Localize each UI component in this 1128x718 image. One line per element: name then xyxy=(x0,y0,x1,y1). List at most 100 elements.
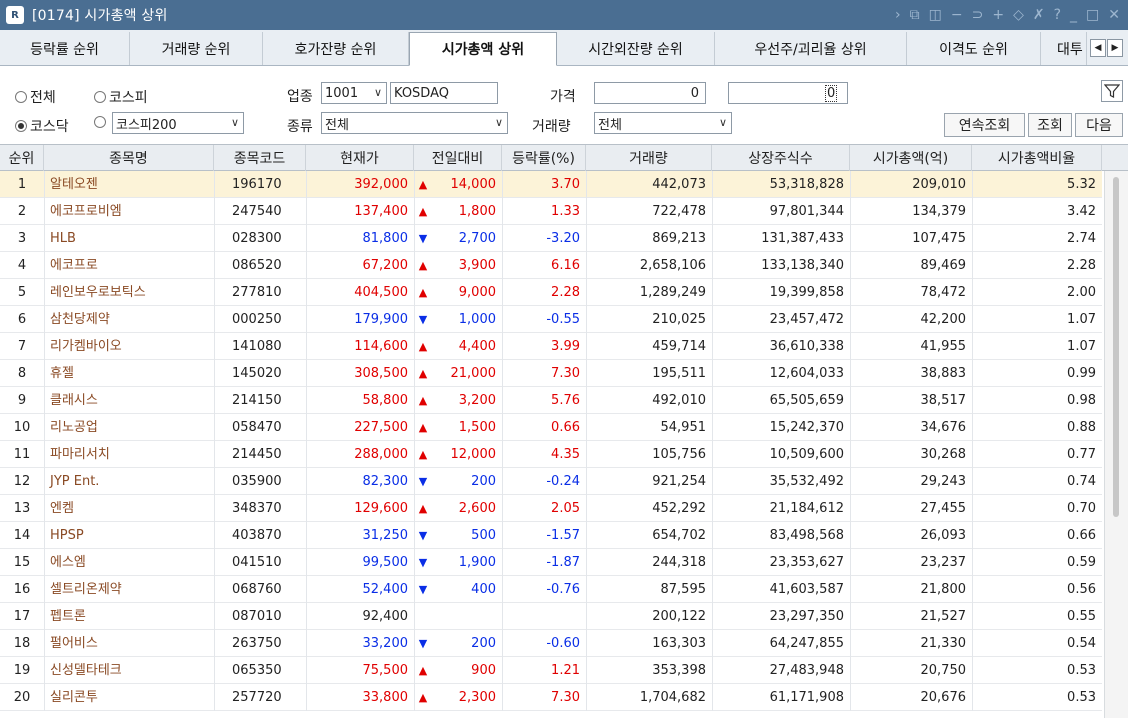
cell-rate: -3.20 xyxy=(546,231,580,246)
sector-code-select[interactable]: 1001 ∨ xyxy=(321,82,387,104)
cell-rank: 6 xyxy=(17,312,27,327)
cell-mcap: 21,800 xyxy=(920,582,967,597)
sector-name-field[interactable]: KOSDAQ xyxy=(390,82,498,104)
price-from-value: 0 xyxy=(690,85,699,101)
tab-after-hours[interactable]: 시간외잔량 순위 xyxy=(557,32,715,65)
table-row[interactable]: 17 펩트론 087010 92,400 200,122 23,297,350 21,527… xyxy=(0,603,1102,630)
table-row[interactable]: 9 클래시스 214150 58,800 3,200 5.76 492,010 65,505,… xyxy=(0,387,1102,414)
table-row[interactable]: 16 셀트리온제약 068760 52,400 400 -0.76 87,595 41,603… xyxy=(0,576,1102,603)
col-mcap-ratio[interactable]: 시가총액비율 xyxy=(972,145,1102,171)
radio-all[interactable]: 전체 xyxy=(15,87,56,107)
tab-order-book[interactable]: 호가잔량 순위 xyxy=(263,32,409,65)
cell-name: JYP Ent. xyxy=(50,474,100,489)
table-row[interactable]: 4 에코프로 086520 67,200 3,900 6.16 2,658,106 133,1… xyxy=(0,252,1102,279)
tool-icon[interactable]: ✗ xyxy=(1033,7,1045,23)
radio-kospi[interactable]: 코스피 xyxy=(94,87,148,107)
volume-select[interactable]: 전체 ∨ xyxy=(594,112,732,134)
tab-scroll-right-icon[interactable]: ▶ xyxy=(1107,39,1123,57)
cell-volume: 722,478 xyxy=(652,204,706,219)
table-row[interactable]: 14 HPSP 403870 31,250 500 -1.57 654,702 83,498,… xyxy=(0,522,1102,549)
cell-shares: 64,247,855 xyxy=(769,636,844,651)
cell-price: 99,500 xyxy=(362,555,409,570)
col-price[interactable]: 현재가 xyxy=(306,145,414,171)
radio-kospi200[interactable] xyxy=(94,116,109,128)
pin-icon[interactable]: ◇ xyxy=(1013,7,1024,23)
cell-rate: 5.76 xyxy=(551,393,580,408)
cell-name: 실리콘투 xyxy=(50,690,98,705)
up-arrow-icon: ▲ xyxy=(418,448,428,461)
cell-rate: -0.60 xyxy=(546,636,580,651)
cell-mcap: 34,676 xyxy=(920,420,967,435)
table-row[interactable]: 18 펄어비스 263750 33,200 200 -0.60 163,303 64,247,… xyxy=(0,630,1102,657)
tab-market-cap[interactable]: 시가총액 상위 xyxy=(409,32,557,66)
table-row[interactable]: 20 실리콘투 257720 33,800 2,300 7.30 1,704,682 61,1… xyxy=(0,684,1102,711)
table-row[interactable]: 11 파마리서치 214450 288,000 12,000 4.35 105,756 10,… xyxy=(0,441,1102,468)
cell-price: 82,300 xyxy=(362,474,409,489)
split-icon[interactable]: ◫ xyxy=(929,7,942,23)
col-code[interactable]: 종목코드 xyxy=(214,145,306,171)
cell-mcap: 20,750 xyxy=(920,663,967,678)
minus-icon[interactable]: − xyxy=(951,7,963,23)
vertical-scrollbar[interactable] xyxy=(1104,171,1128,718)
close-icon[interactable]: ✕ xyxy=(1108,7,1120,23)
col-shares[interactable]: 상장주식수 xyxy=(712,145,850,171)
cell-volume: 492,010 xyxy=(652,393,706,408)
plus-icon[interactable]: + xyxy=(992,7,1004,23)
cell-rate: -1.57 xyxy=(546,528,580,543)
arrow-right-icon[interactable]: › xyxy=(895,7,901,23)
cell-name: 휴젤 xyxy=(50,366,74,381)
col-rate[interactable]: 등락률(%) xyxy=(502,145,586,171)
table-row[interactable]: 3 HLB 028300 81,800 2,700 -3.20 869,213 131,387… xyxy=(0,225,1102,252)
scroll-thumb[interactable] xyxy=(1113,177,1119,517)
price-from-input[interactable]: 0 xyxy=(594,82,706,104)
down-arrow-icon: ▼ xyxy=(418,637,428,650)
help-icon[interactable]: ? xyxy=(1054,7,1061,23)
link-icon[interactable]: ⊃ xyxy=(972,7,984,23)
table-row[interactable]: 19 신성델타테크 065350 75,500 900 1.21 353,398 27,483… xyxy=(0,657,1102,684)
cell-price: 52,400 xyxy=(362,582,409,597)
cell-mcap: 209,010 xyxy=(912,177,966,192)
col-volume[interactable]: 거래량 xyxy=(586,145,712,171)
table-row[interactable]: 12 JYP Ent. 035900 82,300 200 -0.24 921,254 35,… xyxy=(0,468,1102,495)
cell-name: 클래시스 xyxy=(50,393,98,408)
continuous-query-button[interactable]: 연속조회 xyxy=(944,113,1025,137)
tab-more[interactable]: 대투 xyxy=(1041,32,1087,65)
tab-preferred[interactable]: 우선주/괴리율 상위 xyxy=(715,32,907,65)
table-row[interactable]: 2 에코프로비엠 247540 137,400 1,800 1.33 722,478 97,8… xyxy=(0,198,1102,225)
cell-volume: 210,025 xyxy=(652,312,706,327)
tab-scroll-left-icon[interactable]: ◀ xyxy=(1090,39,1106,57)
table-row[interactable]: 7 리가켐바이오 141080 114,600 4,400 3.99 459,714 36,6… xyxy=(0,333,1102,360)
table-row[interactable]: 8 휴젤 145020 308,500 21,000 7.30 195,511 12,604,… xyxy=(0,360,1102,387)
table-row[interactable]: 1 알테오젠 196170 392,000 14,000 3.70 442,073 53,31… xyxy=(0,171,1102,198)
table-row[interactable]: 13 엔켐 348370 129,600 2,600 2.05 452,292 21,184,… xyxy=(0,495,1102,522)
radio-kosdaq[interactable]: 코스닥 xyxy=(15,116,69,136)
col-change[interactable]: 전일대비 xyxy=(414,145,502,171)
col-rank[interactable]: 순위 xyxy=(0,145,44,171)
cell-mcap-ratio: 0.70 xyxy=(1067,501,1096,516)
col-mcap[interactable]: 시가총액(억) xyxy=(850,145,972,171)
kospi200-select[interactable]: 코스피200 ∨ xyxy=(112,112,244,134)
cell-rate: 3.70 xyxy=(551,177,580,192)
minimize-icon[interactable]: _ xyxy=(1070,7,1077,23)
up-arrow-icon: ▲ xyxy=(418,205,428,218)
up-arrow-icon: ▲ xyxy=(418,178,428,191)
cell-volume: 459,714 xyxy=(652,339,706,354)
cell-rank: 1 xyxy=(17,177,27,192)
tab-disparity[interactable]: 이격도 순위 xyxy=(907,32,1041,65)
type-select[interactable]: 전체 ∨ xyxy=(321,112,508,134)
next-button[interactable]: 다음 xyxy=(1075,113,1123,137)
query-button[interactable]: 조회 xyxy=(1028,113,1072,137)
table-row[interactable]: 15 에스엠 041510 99,500 1,900 -1.87 244,318 23,353… xyxy=(0,549,1102,576)
table-row[interactable]: 6 삼천당제약 000250 179,900 1,000 -0.55 210,025 23,4… xyxy=(0,306,1102,333)
tab-volume[interactable]: 거래량 순위 xyxy=(130,32,263,65)
tab-change-rate[interactable]: 등락률 순위 xyxy=(0,32,130,65)
cell-volume: 452,292 xyxy=(652,501,706,516)
screen-icon[interactable]: ⧉ xyxy=(910,7,920,23)
cell-rate: -1.87 xyxy=(546,555,580,570)
table-row[interactable]: 10 리노공업 058470 227,500 1,500 0.66 54,951 15,242… xyxy=(0,414,1102,441)
table-row[interactable]: 5 레인보우로보틱스 277810 404,500 9,000 2.28 1,289,249… xyxy=(0,279,1102,306)
price-to-input[interactable]: 0 xyxy=(728,82,848,104)
maximize-icon[interactable]: □ xyxy=(1086,7,1099,23)
col-name[interactable]: 종목명 xyxy=(44,145,214,171)
filter-funnel-icon[interactable] xyxy=(1101,80,1123,102)
